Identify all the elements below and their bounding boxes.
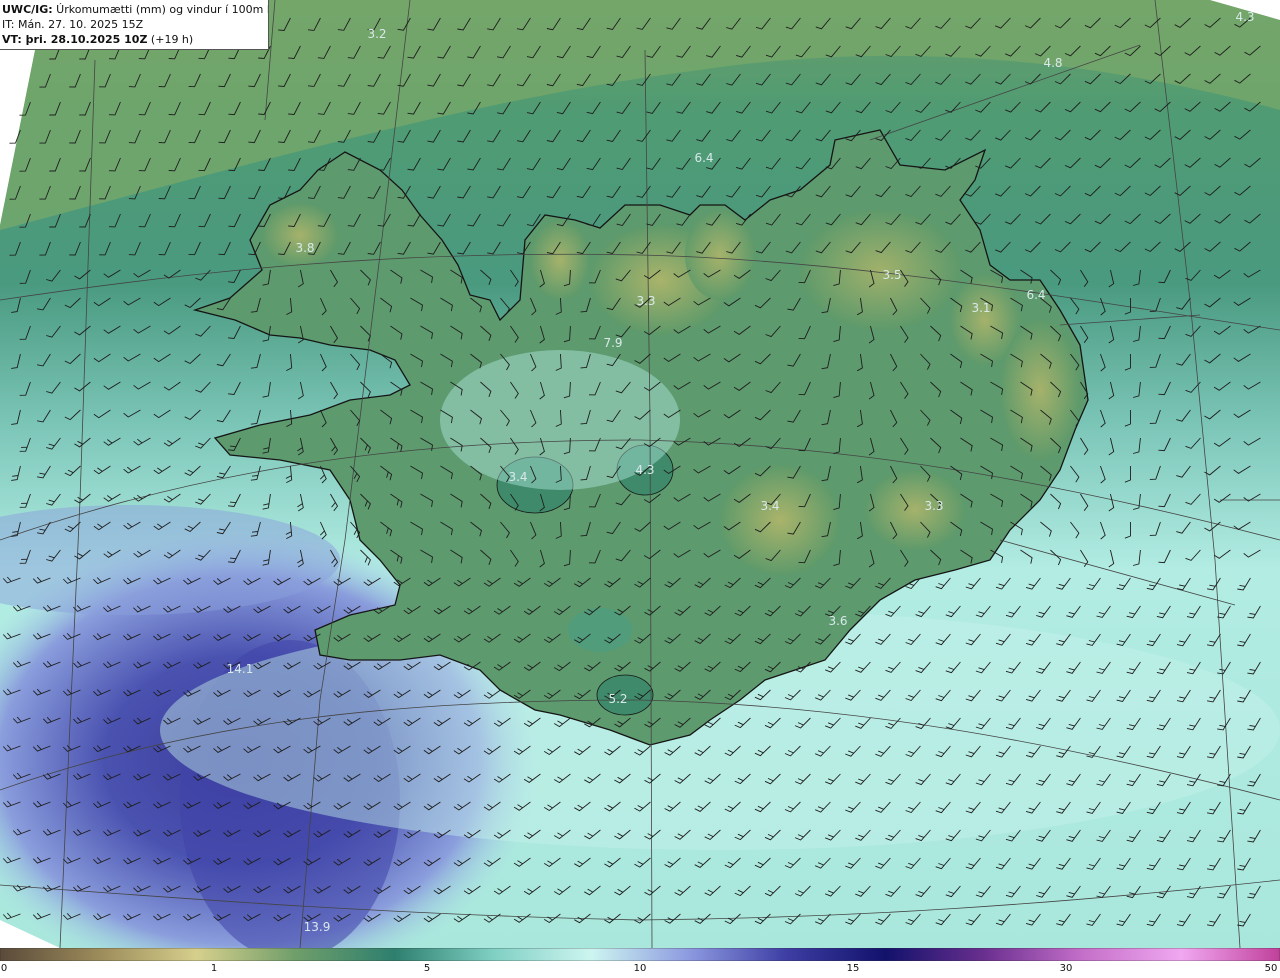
- colorbar-tick: 10: [633, 963, 647, 974]
- colorbar-tick: 5: [423, 963, 431, 974]
- parameter-name: Úrkomumætti (mm) og vindur í 100m hæð: [52, 3, 269, 16]
- highland: [865, 470, 965, 550]
- valid-time: VT: þri. 28.10.2025 10Z: [2, 33, 148, 46]
- colorbar-tick: 15: [846, 963, 860, 974]
- map-value-label: 3.2: [367, 27, 387, 41]
- map-value-label: 3.5: [882, 268, 902, 282]
- model-name: UWC/IG:: [2, 3, 53, 16]
- valid-time-line: VT: þri. 28.10.2025 10Z (+19 h): [2, 32, 268, 47]
- map-value-label: 14.1: [226, 662, 254, 676]
- lead-time: (+19 h): [147, 33, 194, 46]
- map-value-label: 5.2: [608, 692, 628, 706]
- map-value-label: 4.3: [1235, 10, 1255, 24]
- map-title-box: UWC/IG: Úrkomumætti (mm) og vindur í 100…: [0, 0, 269, 50]
- map-value-label: 6.4: [694, 151, 714, 165]
- colorbar-tick: 30: [1059, 963, 1073, 974]
- colorbar: [0, 948, 1280, 961]
- map-value-label: 7.9: [603, 336, 623, 350]
- highland: [530, 220, 590, 300]
- highland: [685, 210, 755, 300]
- colorbar-tick: 1: [210, 963, 218, 974]
- map-value-label: 3.4: [760, 499, 780, 513]
- map-value-label: 3.8: [295, 241, 315, 255]
- colorbar-tick: 50: [1264, 963, 1278, 974]
- map-value-label: 4.8: [1043, 56, 1063, 70]
- map-value-label: 13.9: [303, 920, 331, 934]
- init-time: IT: Mán. 27. 10. 2025 15Z: [2, 18, 144, 31]
- map-value-label: 3.3: [636, 294, 656, 308]
- glacier: [568, 608, 632, 652]
- highland: [262, 203, 338, 267]
- highland: [720, 465, 840, 575]
- title-line: UWC/IG: Úrkomumætti (mm) og vindur í 100…: [2, 2, 268, 17]
- colorbar-tick: 0: [0, 963, 8, 974]
- map-value-label: 6.4: [1026, 288, 1046, 302]
- map-value-label: 3.4: [508, 470, 528, 484]
- map-value-label: 4.3: [635, 463, 655, 477]
- map-value-label: 3.3: [924, 499, 944, 513]
- map-value-label: 3.6: [828, 614, 848, 628]
- colorbar-gradient: [0, 948, 1280, 961]
- map-value-label: 3.1: [971, 301, 991, 315]
- highland: [1000, 320, 1080, 460]
